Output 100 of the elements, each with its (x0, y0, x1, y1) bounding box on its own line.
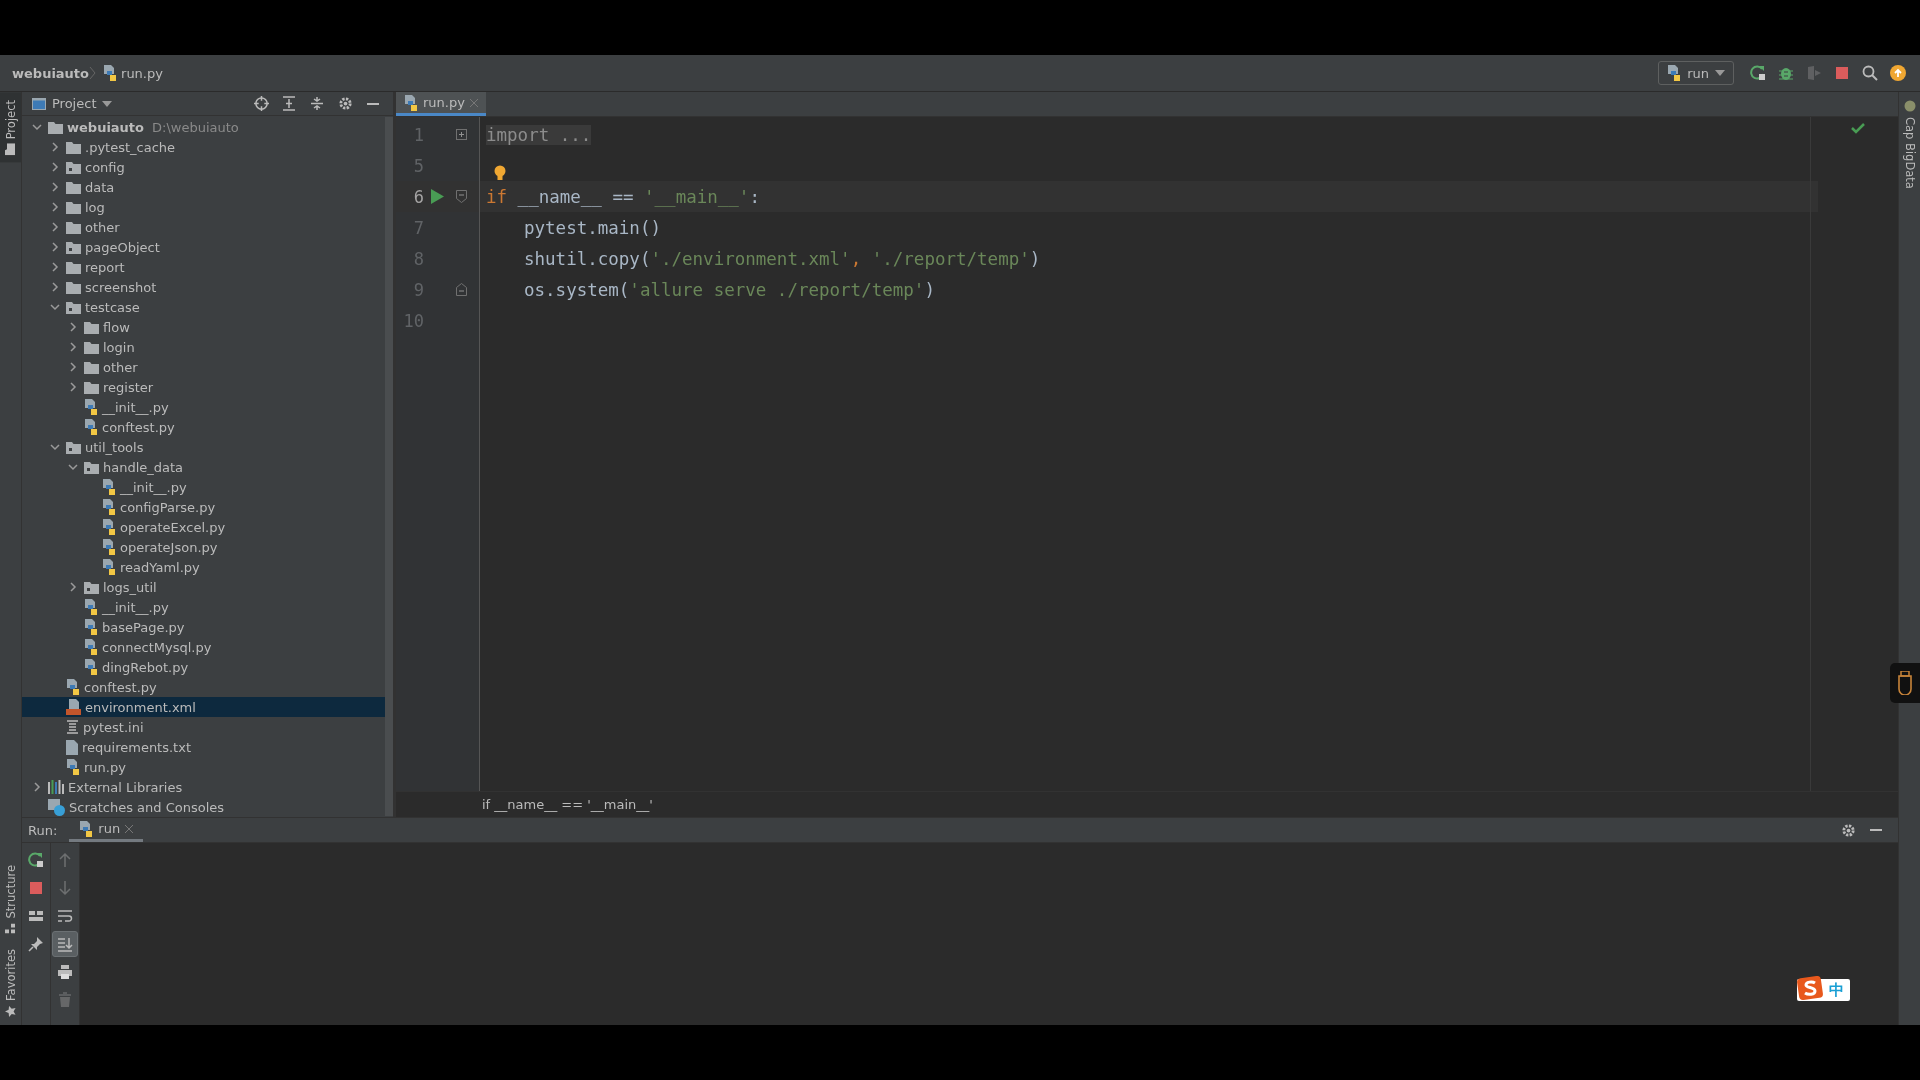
tree-item[interactable]: run.py (22, 757, 385, 777)
run-configuration-dropdown[interactable]: run (1658, 61, 1734, 85)
tree-item-label: .pytest_cache (85, 139, 176, 155)
python-file-icon (79, 820, 94, 837)
tree-item[interactable]: log (22, 197, 385, 217)
python-file-icon (84, 639, 98, 655)
tree-item[interactable]: __init__.py (22, 397, 385, 417)
tool-window-tab[interactable]: Favorites (0, 941, 21, 1025)
run-icon[interactable] (430, 189, 444, 204)
python-file-icon (404, 94, 418, 111)
input-method-logo (1797, 976, 1825, 1002)
code-line: os.system('allure serve ./report/temp') (524, 279, 935, 300)
tree-item-label: operateExcel.py (120, 519, 226, 535)
tree-item[interactable]: pytest.ini (22, 717, 385, 737)
tree-item-label: basePage.py (102, 619, 185, 635)
package-folder-icon (66, 160, 81, 174)
code-line: shutil.copy('./environment.xml', './report/temp') (524, 248, 1041, 269)
tree-item[interactable]: conftest.py (22, 677, 385, 697)
tree-item[interactable]: environment.xml (22, 697, 385, 717)
tree-item[interactable]: Scratches and Consoles (22, 797, 385, 817)
tree-item[interactable]: connectMysql.py (22, 637, 385, 657)
fold-collapse-icon[interactable] (455, 190, 467, 203)
plugin-icon (1903, 100, 1916, 112)
tree-item[interactable]: basePage.py (22, 617, 385, 637)
dropdown-caret-icon (1715, 70, 1725, 76)
tree-item[interactable]: logs_util (22, 577, 385, 597)
breadcrumb-item[interactable]: webuiauto (12, 65, 90, 81)
minimize-icon (367, 102, 379, 105)
tree-item[interactable]: operateJson.py (22, 537, 385, 557)
tree-item[interactable]: .pytest_cache (22, 137, 385, 157)
tool-window-tab[interactable]: Cap BigData (1899, 92, 1920, 197)
tree-item-label: conftest.py (84, 679, 157, 695)
tree-item[interactable]: configParse.py (22, 497, 385, 517)
scrollbar[interactable] (385, 117, 393, 816)
tree-item[interactable]: screenshot (22, 277, 385, 297)
folder-icon (84, 360, 99, 374)
input-method-indicator[interactable]: 中 (1797, 979, 1850, 1001)
lightbulb-icon[interactable] (494, 164, 506, 181)
tree-item[interactable]: login (22, 337, 385, 357)
tree-item[interactable]: util_tools (22, 437, 385, 457)
tree-item[interactable]: dingRebot.py (22, 657, 385, 677)
tree-item[interactable]: webuiauto D:\webuiauto (22, 117, 385, 137)
python-file-icon (102, 479, 116, 495)
tree-item-label: Scratches and Consoles (69, 799, 225, 815)
python-file-icon (84, 399, 98, 415)
dropdown-caret-icon (102, 100, 113, 107)
package-folder-icon (66, 240, 81, 254)
fold-end-icon[interactable] (455, 283, 467, 296)
soft-wrap-icon (57, 908, 73, 924)
tree-item-label: requirements.txt (82, 739, 191, 755)
tree-item-label: data (85, 179, 115, 195)
tree-item[interactable]: conftest.py (22, 417, 385, 437)
tree-item[interactable]: pageObject (22, 237, 385, 257)
tree-item[interactable]: other (22, 357, 385, 377)
tree-item[interactable]: readYaml.py (22, 557, 385, 577)
project-view-dropdown[interactable]: Project (28, 96, 117, 111)
text-file-icon (66, 739, 78, 755)
folder-icon (66, 260, 81, 274)
tree-item[interactable]: config (22, 157, 385, 177)
tree-item[interactable]: testcase (22, 297, 385, 317)
tree-item[interactable]: requirements.txt (22, 737, 385, 757)
tree-item-label: connectMysql.py (102, 639, 212, 655)
stop-icon (28, 880, 44, 896)
tree-item[interactable]: handle_data (22, 457, 385, 477)
tree-item-label: config (85, 159, 125, 175)
python-file-icon (84, 599, 98, 615)
tree-item[interactable]: __init__.py (22, 477, 385, 497)
tree-item-label: report (85, 259, 125, 275)
folder-icon (5, 143, 16, 156)
code-breadcrumb[interactable]: if __name__ == '__main__' (482, 797, 653, 812)
usb-drive-icon[interactable] (1890, 663, 1920, 703)
scroll-to-end-icon (57, 936, 73, 952)
close-icon[interactable] (125, 824, 134, 833)
tree-item[interactable]: register (22, 377, 385, 397)
search-icon (1862, 65, 1878, 81)
tree-item[interactable]: __init__.py (22, 597, 385, 617)
tree-item[interactable]: External Libraries (22, 777, 385, 797)
tree-item-label: __init__.py (120, 479, 187, 495)
fold-expand-icon[interactable] (455, 129, 467, 140)
pin-icon (28, 936, 44, 952)
input-mode-label: 中 (1828, 980, 1845, 1000)
trash-icon (57, 992, 73, 1008)
folder-icon (66, 220, 81, 234)
tree-item[interactable]: report (22, 257, 385, 277)
tree-item[interactable]: operateExcel.py (22, 517, 385, 537)
layout-icon (28, 908, 44, 924)
rerun-icon (1750, 65, 1766, 81)
tool-window-tab[interactable]: Structure (0, 856, 21, 942)
tree-item-label: readYaml.py (120, 559, 200, 575)
tree-item[interactable]: other (22, 217, 385, 237)
editor-tab[interactable]: run.py (396, 92, 486, 116)
tool-window-tab[interactable]: Project (0, 92, 21, 163)
breadcrumb-item[interactable]: run.py (103, 65, 163, 81)
tree-item[interactable]: flow (22, 317, 385, 337)
tree-item[interactable]: data (22, 177, 385, 197)
check-icon (1851, 123, 1865, 134)
folder-icon (84, 380, 99, 394)
python-file-icon (1667, 65, 1682, 81)
code-line: pytest.main() (524, 217, 661, 238)
coverage-icon (1806, 65, 1822, 81)
